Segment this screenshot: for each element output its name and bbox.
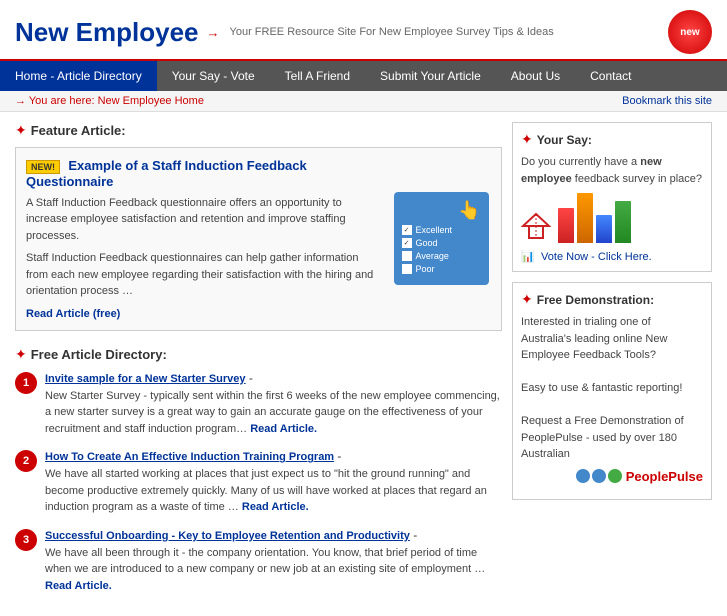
free-demo-line3: Request a Free Demonstration of PeoplePu… [521, 415, 684, 460]
bookmark-link[interactable]: Bookmark this site [622, 95, 712, 107]
header-arrow: → [207, 25, 220, 40]
free-demo-star-icon: ✦ [521, 291, 533, 308]
article-title-2[interactable]: How To Create An Effective Induction Tra… [45, 451, 334, 463]
article-item-2: 2 How To Create An Effective Induction T… [15, 449, 502, 516]
bar-chart-icon: 📊 [521, 251, 535, 263]
your-say-star-icon: ✦ [521, 131, 533, 148]
nav-vote[interactable]: Your Say - Vote [157, 61, 270, 91]
your-say-bold: new employee [521, 156, 662, 185]
chart-container [521, 193, 703, 243]
free-demo-title: Free Demonstration: [537, 293, 654, 307]
feature-desc-2: Staff Induction Feedback questionnaires … [26, 250, 381, 300]
articles-star-icon: ✦ [15, 346, 27, 363]
free-demo-header: ✦ Free Demonstration: [521, 291, 703, 308]
check-poor [402, 264, 412, 274]
right-column: ✦ Your Say: Do you currently have a new … [512, 122, 712, 606]
feature-article-content: NEW! Example of a Staff Induction Feedba… [26, 158, 381, 320]
your-say-title: Your Say: [537, 133, 592, 147]
finger-icon: 👆 [458, 200, 480, 221]
people-pulse-area: PeoplePulse [521, 469, 703, 485]
feature-article-box: NEW! Example of a Staff Induction Feedba… [15, 147, 502, 331]
breadcrumb-arrow: → You are here: [15, 95, 95, 107]
card-row-good: ✓ Good [402, 238, 481, 248]
feature-desc-1: A Staff Induction Feedback questionnaire… [26, 195, 381, 245]
header: New Employee → Your FREE Resource Site F… [0, 0, 727, 61]
your-say-section: ✦ Your Say: Do you currently have a new … [512, 122, 712, 272]
feature-section-header: ✦ Feature Article: [15, 122, 502, 139]
check-good: ✓ [402, 238, 412, 248]
site-tagline: Your FREE Resource Site For New Employee… [230, 26, 554, 38]
people-pulse-brand: PeoplePulse [626, 469, 703, 484]
article-item-3: 3 Successful Onboarding - Key to Employe… [15, 528, 502, 595]
breadcrumb-path: New Employee Home [98, 95, 204, 107]
article-num-2: 2 [15, 450, 37, 472]
article-item-1: 1 Invite sample for a New Starter Survey… [15, 371, 502, 438]
bar-4 [615, 201, 631, 243]
articles-section-header: ✦ Free Article Directory: [15, 346, 502, 363]
article-num-3: 3 [15, 529, 37, 551]
nav-contact[interactable]: Contact [575, 61, 646, 91]
feature-new-badge: NEW! [26, 160, 60, 174]
article-desc-2: We have all started working at places th… [45, 466, 502, 516]
main-content: ✦ Feature Article: NEW! Example of a Sta… [0, 112, 727, 616]
feature-section-title: Feature Article: [31, 123, 126, 138]
card-row-excellent: ✓ Excellent [402, 225, 481, 235]
breadcrumb-bar: → You are here: New Employee Home Bookma… [0, 91, 727, 112]
person-icon-1 [576, 469, 590, 483]
feature-star-icon: ✦ [15, 122, 27, 139]
free-demo-line2: Easy to use & fantastic reporting! [521, 382, 682, 394]
articles-section: ✦ Free Article Directory: 1 Invite sampl… [15, 346, 502, 595]
house-svg [521, 210, 551, 240]
article-read-3[interactable]: Read Article. [45, 580, 112, 592]
article-title-3[interactable]: Successful Onboarding - Key to Employee … [45, 530, 410, 542]
survey-card: 👆 ✓ Excellent ✓ Good Average [394, 192, 489, 285]
feature-image-area: 👆 ✓ Excellent ✓ Good Average [391, 158, 491, 320]
house-chart-icon [521, 210, 551, 243]
article-title-1[interactable]: Invite sample for a New Starter Survey [45, 373, 246, 385]
check-excellent: ✓ [402, 225, 412, 235]
bar-chart [558, 193, 631, 243]
article-num-1: 1 [15, 372, 37, 394]
bar-3 [596, 215, 612, 243]
person-icon-3 [608, 469, 622, 483]
your-say-header: ✦ Your Say: [521, 131, 703, 148]
people-pulse-label: PeoplePulse [626, 469, 703, 484]
person-icon-2 [592, 469, 606, 483]
free-demo-text: Interested in trialing one of Australia'… [521, 314, 703, 463]
vote-area: 📊 Vote Now - Click Here. [521, 249, 703, 263]
article-content-3: Successful Onboarding - Key to Employee … [45, 528, 502, 595]
bar-1 [558, 208, 574, 243]
nav-submit[interactable]: Submit Your Article [365, 61, 496, 91]
vote-link[interactable]: Vote Now - Click Here. [541, 251, 652, 263]
people-icons-group [576, 469, 622, 485]
feature-article-link[interactable]: Example of a Staff Induction Feedback Qu… [26, 158, 307, 189]
nav-about[interactable]: About Us [496, 61, 575, 91]
check-average [402, 251, 412, 261]
left-column: ✦ Feature Article: NEW! Example of a Sta… [15, 122, 502, 606]
bar-2 [577, 193, 593, 243]
article-read-2[interactable]: Read Article. [242, 501, 309, 513]
free-demo-line1: Interested in trialing one of Australia'… [521, 316, 667, 361]
nav-friend[interactable]: Tell A Friend [270, 61, 365, 91]
navigation: Home - Article Directory Your Say - Vote… [0, 61, 727, 91]
feature-title-line: NEW! Example of a Staff Induction Feedba… [26, 158, 381, 189]
article-desc-3: We have all been through it - the compan… [45, 545, 502, 595]
article-content-1: Invite sample for a New Starter Survey -… [45, 371, 502, 438]
card-row-poor: Poor [402, 264, 481, 274]
free-demo-section: ✦ Free Demonstration: Interested in tria… [512, 282, 712, 500]
article-desc-1: New Starter Survey - typically sent with… [45, 388, 502, 438]
feature-read-link[interactable]: Read Article (free) [26, 308, 381, 320]
site-title: New Employee [15, 17, 199, 48]
articles-section-title: Free Article Directory: [31, 347, 167, 362]
article-read-1[interactable]: Read Article. [250, 423, 317, 435]
nav-home[interactable]: Home - Article Directory [0, 61, 157, 91]
article-content-2: How To Create An Effective Induction Tra… [45, 449, 502, 516]
card-row-average: Average [402, 251, 481, 261]
new-badge: new [668, 10, 712, 54]
your-say-question: Do you currently have a new employee fee… [521, 154, 703, 187]
breadcrumb: → You are here: New Employee Home [15, 95, 204, 107]
